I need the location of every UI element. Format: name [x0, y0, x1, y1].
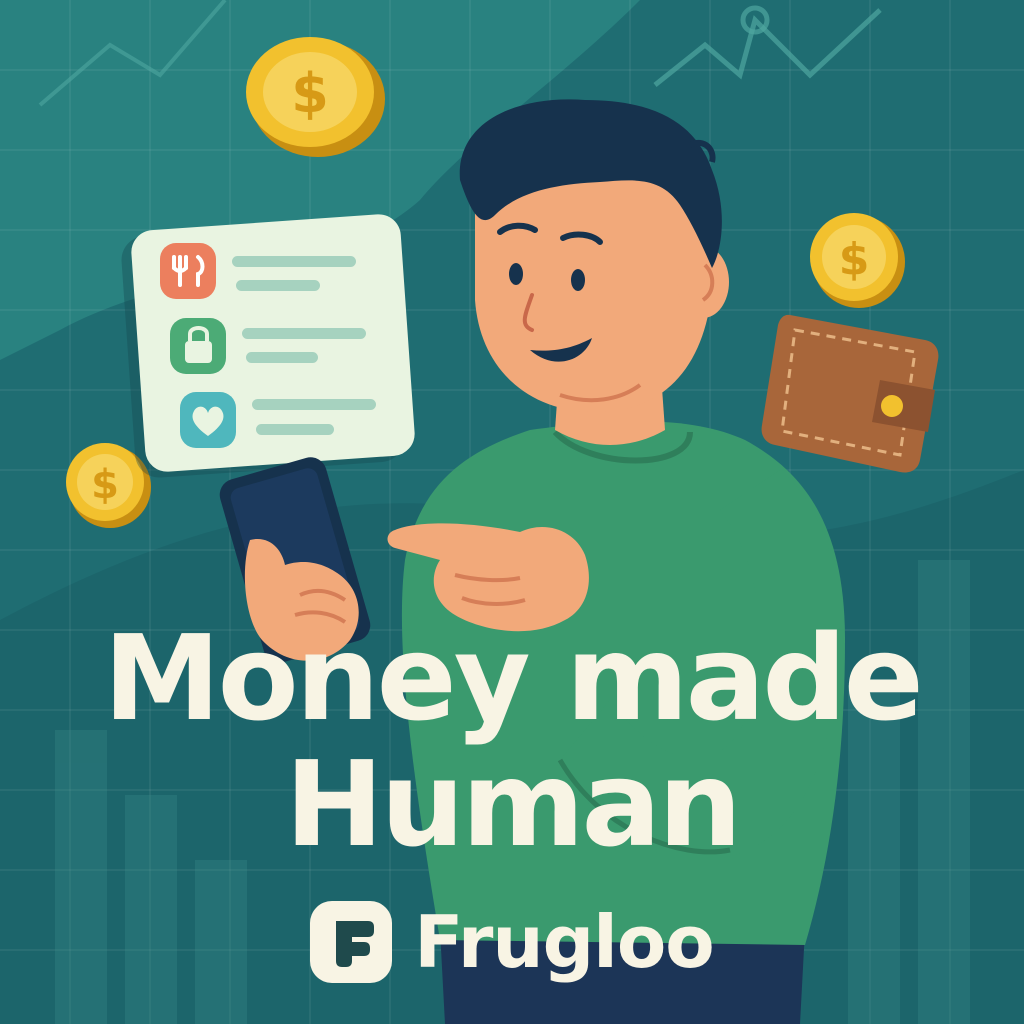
brand-name: Frugloo — [414, 900, 714, 984]
brand-logo-mark — [336, 921, 375, 967]
brand-lockup: Frugloo — [0, 900, 1024, 984]
svg-text:$: $ — [291, 62, 329, 125]
headline-line-2: Human — [284, 735, 742, 873]
poster: $ $ $ Money made Human Frugloo — [0, 0, 1024, 1024]
svg-text:$: $ — [91, 462, 119, 508]
headline-line-1: Money made — [103, 609, 924, 747]
svg-text:$: $ — [839, 234, 870, 285]
headline: Money made Human — [0, 615, 1024, 867]
expense-list-card — [121, 214, 415, 478]
brand-logo-icon — [310, 901, 393, 983]
